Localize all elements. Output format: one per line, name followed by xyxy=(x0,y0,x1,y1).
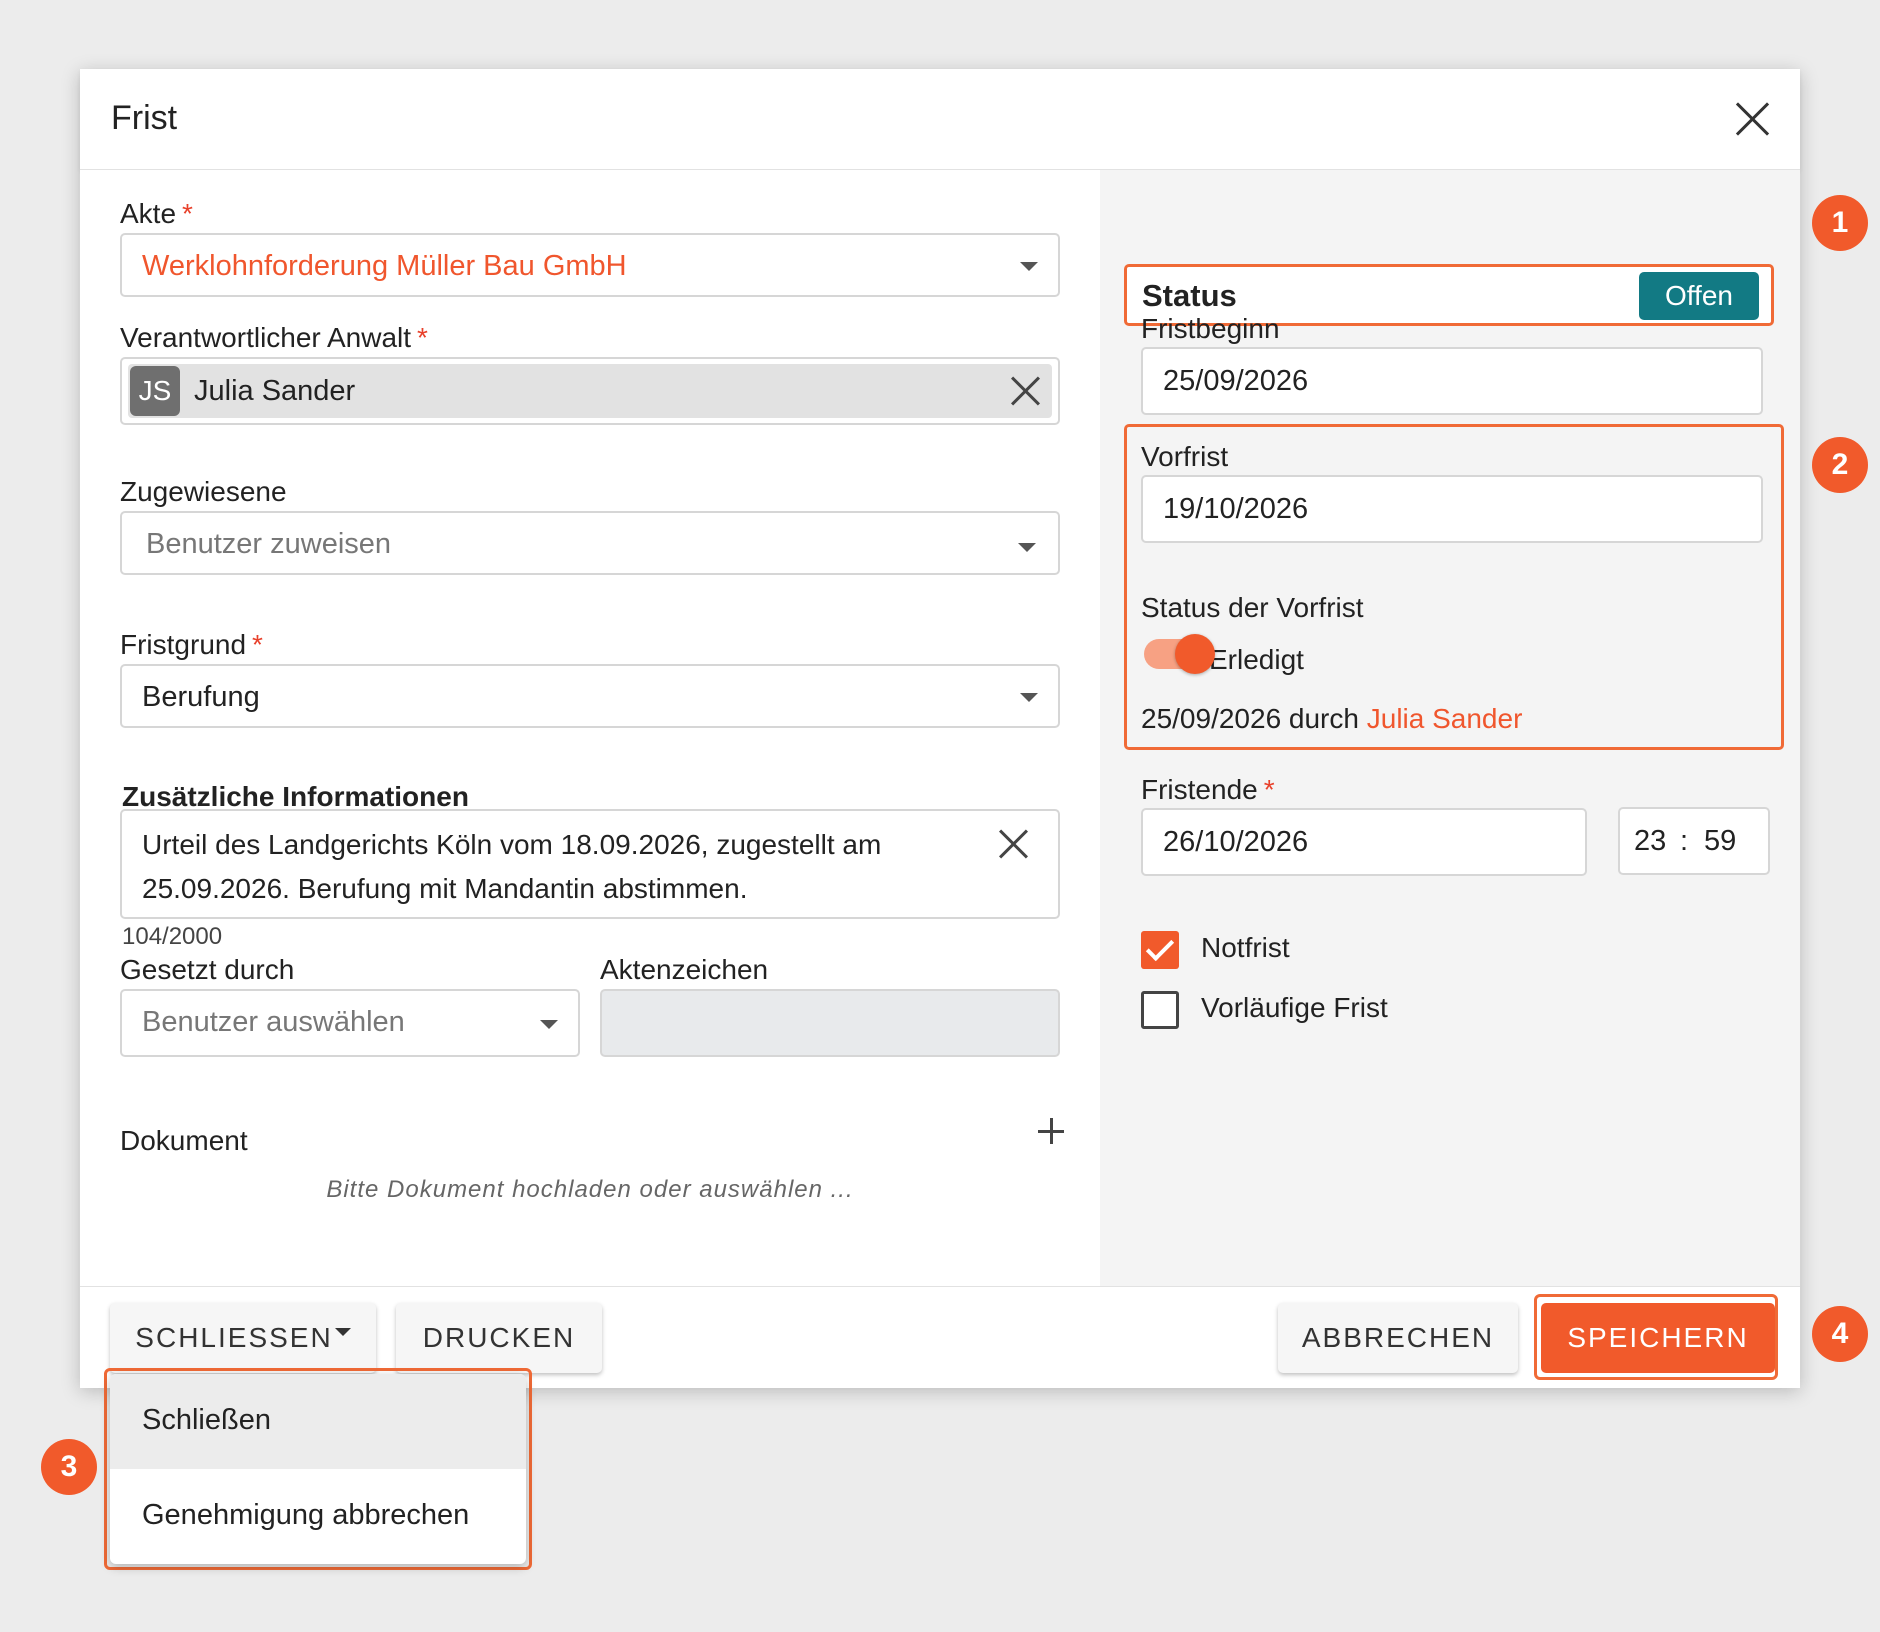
marker-3: 3 xyxy=(41,1439,97,1495)
time-separator: : xyxy=(1680,825,1689,857)
chevron-down-icon xyxy=(1020,262,1038,271)
right-panel: Status Offen Fristbeginn 25/09/2026 Vorf… xyxy=(1100,170,1800,1286)
document-hint: Bitte Dokument hochladen oder auswählen … xyxy=(326,1176,854,1203)
zugewiesene-select[interactable]: Benutzer zuweisen xyxy=(120,511,1060,575)
vorfrist-done-info: 25/09/2026 durch Julia Sander xyxy=(1141,703,1523,734)
notfrist-checkbox[interactable] xyxy=(1141,931,1179,969)
anwalt-label: Verantwortlicher Anwalt * xyxy=(120,322,428,353)
fristbeginn-label: Fristbeginn xyxy=(1141,313,1280,344)
fristbeginn-input[interactable]: 25/09/2026 xyxy=(1141,347,1763,415)
notfrist-label: Notfrist xyxy=(1201,932,1290,963)
anwalt-name: Julia Sander xyxy=(194,375,356,407)
avatar: JS xyxy=(130,366,180,416)
chevron-down-icon xyxy=(1020,693,1038,702)
drucken-button[interactable]: DRUCKEN xyxy=(396,1303,602,1373)
info-textarea[interactable]: Urteil des Landgerichts Köln vom 18.09.2… xyxy=(120,809,1060,919)
left-form-panel: Akte * Werklohnforderung Müller Bau GmbH … xyxy=(80,170,1100,1286)
chevron-down-icon xyxy=(1018,543,1036,552)
close-icon[interactable] xyxy=(1732,99,1772,139)
akte-value: Werklohnforderung Müller Bau GmbH xyxy=(142,250,627,282)
dialog-header: Frist xyxy=(80,69,1800,170)
vorlaeufig-label: Vorläufige Frist xyxy=(1201,992,1388,1023)
status-badge[interactable]: Offen xyxy=(1639,272,1759,320)
marker-2: 2 xyxy=(1812,437,1868,493)
char-counter: 104/2000 xyxy=(122,923,223,950)
anwalt-select[interactable]: JS Julia Sander xyxy=(120,357,1060,425)
aktenzeichen-field xyxy=(600,989,1060,1057)
fristgrund-label: Fristgrund * xyxy=(120,629,263,660)
fristende-date-input[interactable]: 26/10/2026 xyxy=(1141,808,1587,876)
toggle-label: Erledigt xyxy=(1209,644,1304,675)
akte-label: Akte * xyxy=(120,198,193,229)
schliessen-menu: Schließen Genehmigung abbrechen xyxy=(110,1374,526,1564)
schliessen-button[interactable]: SCHLIESSEN xyxy=(110,1303,376,1373)
abbrechen-button[interactable]: ABBRECHEN xyxy=(1278,1303,1518,1373)
frist-dialog: Frist Akte * Werklohnforderung Müller Bau… xyxy=(80,69,1800,1388)
zugewiesene-placeholder: Benutzer zuweisen xyxy=(146,528,392,560)
add-document-icon[interactable] xyxy=(1038,1118,1064,1144)
fristgrund-value: Berufung xyxy=(142,681,260,713)
marker-1: 1 xyxy=(1812,195,1868,251)
hour-value: 23 xyxy=(1634,825,1667,857)
akte-select[interactable]: Werklohnforderung Müller Bau GmbH xyxy=(120,233,1060,297)
caret-down-icon xyxy=(334,1327,351,1336)
marker-4: 4 xyxy=(1812,1306,1868,1362)
vorfrist-value: 19/10/2026 xyxy=(1163,493,1309,525)
fristende-label: Fristende * xyxy=(1141,774,1275,805)
chevron-down-icon xyxy=(540,1020,558,1029)
dialog-title: Frist xyxy=(111,99,178,137)
zugewiesene-label: Zugewiesene xyxy=(120,476,287,507)
info-value: Urteil des Landgerichts Köln vom 18.09.2… xyxy=(142,829,882,904)
speichern-highlight xyxy=(1534,1294,1778,1380)
menu-item-schliessen[interactable]: Schließen xyxy=(110,1374,526,1469)
done-by-link[interactable]: Julia Sander xyxy=(1367,703,1523,734)
fristende-date-value: 26/10/2026 xyxy=(1163,826,1309,858)
clear-icon[interactable] xyxy=(998,829,1028,859)
aktenzeichen-label: Aktenzeichen xyxy=(600,954,769,985)
fristende-time-input[interactable]: 23 : 59 xyxy=(1618,807,1770,875)
vorfrist-status-label: Status der Vorfrist xyxy=(1141,592,1364,623)
vorlaeufig-checkbox[interactable] xyxy=(1141,991,1179,1029)
gesetzt-label: Gesetzt durch xyxy=(120,954,295,985)
fristgrund-select[interactable]: Berufung xyxy=(120,664,1060,728)
status-label: Status xyxy=(1142,278,1237,313)
toggle-knob[interactable] xyxy=(1175,634,1215,674)
menu-item-genehmigung-abbrechen[interactable]: Genehmigung abbrechen xyxy=(110,1469,526,1564)
dokument-label: Dokument xyxy=(120,1125,248,1156)
vorfrist-input[interactable]: 19/10/2026 xyxy=(1141,475,1763,543)
minute-value: 59 xyxy=(1704,825,1737,857)
anwalt-chip: JS Julia Sander xyxy=(128,364,1052,418)
fristbeginn-value: 25/09/2026 xyxy=(1163,365,1309,397)
vorfrist-label: Vorfrist xyxy=(1141,441,1229,472)
gesetzt-placeholder: Benutzer auswählen xyxy=(142,1006,405,1038)
gesetzt-select[interactable]: Benutzer auswählen xyxy=(120,989,580,1057)
clear-icon[interactable] xyxy=(1010,376,1040,406)
